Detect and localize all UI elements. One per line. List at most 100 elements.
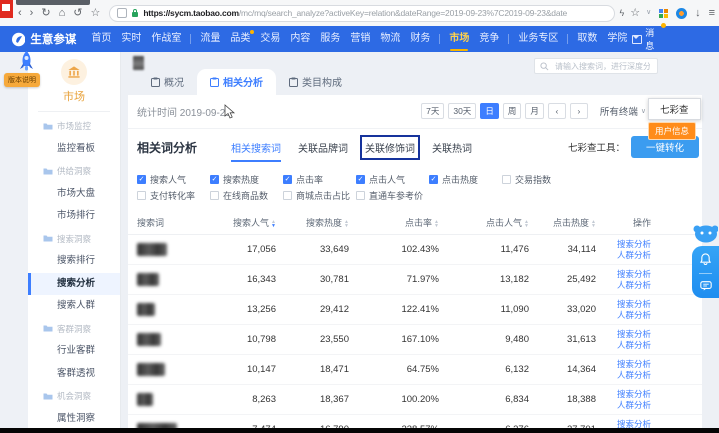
sidebar-item[interactable]: 客群透视 [28,363,120,386]
checkbox[interactable] [356,191,365,200]
browser-logo-icon[interactable] [676,8,687,19]
topnav-item[interactable]: 取数 [577,26,597,52]
topnav-item[interactable]: 流量 [200,26,220,52]
topnav-item[interactable]: 市场 [449,26,469,52]
metric-checkbox-item[interactable]: 直通车参考价 [356,189,429,202]
sidebar-item[interactable]: 市场排行 [28,205,120,228]
date-range-button[interactable]: 月 [525,103,544,119]
metric-checkbox-item[interactable]: 在线商品数 [210,189,283,202]
action-link[interactable]: 人群分析 [617,400,651,411]
section-tab[interactable]: 关联修饰词 [365,140,415,155]
brand-name[interactable]: 生意参谋 [30,31,76,47]
menu-icon[interactable]: ≡ [709,0,715,26]
checkbox[interactable]: ✓ [429,175,438,184]
topnav-item[interactable]: 财务 [410,26,430,52]
action-link[interactable]: 人群分析 [617,370,651,381]
checkbox[interactable] [502,175,511,184]
chat-icon[interactable] [700,281,712,291]
table-header-cell[interactable]: 搜索人气▲▼ [206,216,276,229]
table-header-cell[interactable]: 点击率▲▼ [349,216,439,229]
separator [190,34,191,44]
metric-checkbox-item[interactable]: ✓搜索热度 [210,173,283,186]
section-tab[interactable]: 相关搜索词 [231,140,281,155]
sidebar-item[interactable]: 监控看板 [28,138,120,161]
metric-checkbox-item[interactable]: ✓点击率 [283,173,356,186]
value-cell: 100.20% [349,394,439,405]
urlbar-dropdown-icon[interactable]: ∨ [646,0,651,26]
mascot-icon[interactable] [692,221,718,243]
section-tab[interactable]: 关联品牌词 [298,140,348,155]
topnav-item[interactable]: 交易 [260,26,280,52]
checkbox[interactable] [210,191,219,200]
sidebar-item[interactable]: 行业客群 [28,340,120,363]
favorite-star-icon[interactable]: ☆ [630,0,640,26]
date-range-button[interactable]: 日 [480,103,499,119]
page-tab[interactable]: 相关分析 [197,69,276,95]
date-range-button[interactable]: › [570,103,588,119]
metric-checkbox-item[interactable]: ✓点击热度 [429,173,502,186]
table-header-cell[interactable]: 点击热度▲▼ [529,216,596,229]
page-tab[interactable]: 类目构成 [276,69,355,95]
action-link[interactable]: 搜索分析 [617,329,651,340]
bell-icon[interactable] [700,253,711,265]
action-link[interactable]: 搜索分析 [617,359,651,370]
sidebar-item[interactable]: 搜索分析 [28,273,120,296]
action-link[interactable]: 搜索分析 [617,389,651,400]
action-link[interactable]: 人群分析 [617,340,651,351]
terminal-filter-dropdown[interactable]: 所有终端 ∨ [600,104,646,118]
user-info-button[interactable]: 用户信息 [648,122,696,140]
download-icon[interactable]: ↓ [695,0,701,26]
table-header-cell[interactable]: 搜索热度▲▼ [276,216,349,229]
action-link[interactable]: 搜索分析 [617,239,651,250]
checkbox[interactable]: ✓ [356,175,365,184]
date-range-button[interactable]: 周 [503,103,522,119]
flash-icon[interactable]: ϟ [619,0,624,26]
topnav-item[interactable]: 内容 [290,26,310,52]
topnav-item[interactable]: 竞争 [479,26,499,52]
topnav-item[interactable]: 物流 [380,26,400,52]
section-tab[interactable]: 关联热词 [432,140,472,155]
checkbox[interactable]: ✓ [210,175,219,184]
metric-checkbox-item[interactable]: 交易指数 [502,173,575,186]
reader-mode-icon[interactable] [117,8,127,18]
sidebar-item[interactable]: 搜索人群 [28,295,120,318]
checkbox[interactable] [283,191,292,200]
action-link[interactable]: 人群分析 [617,250,651,261]
topnav-item[interactable]: 实时 [121,26,141,52]
action-link[interactable]: 人群分析 [617,280,651,291]
checkbox[interactable]: ✓ [137,175,146,184]
table-header-cell[interactable]: 点击人气▲▼ [439,216,529,229]
topnav-item[interactable]: 作战室 [151,26,181,52]
analysis-card: 统计时间 2019-09-23 7天30天日周月‹› 所有终端 ∨ 相关词分析 … [128,95,702,429]
date-range-button[interactable]: 30天 [448,103,476,119]
url-bar[interactable]: https://sycm.taobao.com/mc/mq/search_ana… [109,5,615,22]
action-link[interactable]: 人群分析 [617,310,651,321]
page-tab[interactable]: 概况 [138,69,197,95]
extensions-grid-icon[interactable] [659,9,668,18]
metric-checkbox-item[interactable]: ✓搜索人气 [137,173,210,186]
new-badge-dot [250,30,254,34]
topnav-item[interactable]: 业务专区 [518,26,558,52]
topnav-item[interactable]: 服务 [320,26,340,52]
date-range-button[interactable]: 7天 [421,103,444,119]
search-input[interactable] [553,61,652,72]
checkbox[interactable] [137,191,146,200]
keyword-search-box[interactable] [534,58,658,74]
version-notes-badge[interactable]: 版本说明 [4,73,40,87]
sidebar-item[interactable]: 市场大盘 [28,183,120,206]
metric-checkbox-item[interactable]: ✓点击人气 [356,173,429,186]
date-range-button[interactable]: ‹ [548,103,566,119]
sidebar-item[interactable]: 搜索排行 [28,250,120,273]
topnav-item[interactable]: 品类 [230,26,250,52]
action-link[interactable]: 搜索分析 [617,269,651,280]
sidebar-item[interactable]: 属性洞察 [28,408,120,431]
action-link[interactable]: 搜索分析 [617,299,651,310]
metric-checkbox-item[interactable]: 支付转化率 [137,189,210,202]
bookmark-star-icon[interactable]: ☆ [90,0,100,26]
metric-checkbox-item[interactable]: 商城点击占比 [283,189,356,202]
topnav-item[interactable]: 首页 [91,26,111,52]
topnav-item[interactable]: 学院 [607,26,627,52]
checkbox[interactable]: ✓ [283,175,292,184]
topnav-item[interactable]: 营销 [350,26,370,52]
messages-link[interactable]: 消息 [632,26,661,52]
